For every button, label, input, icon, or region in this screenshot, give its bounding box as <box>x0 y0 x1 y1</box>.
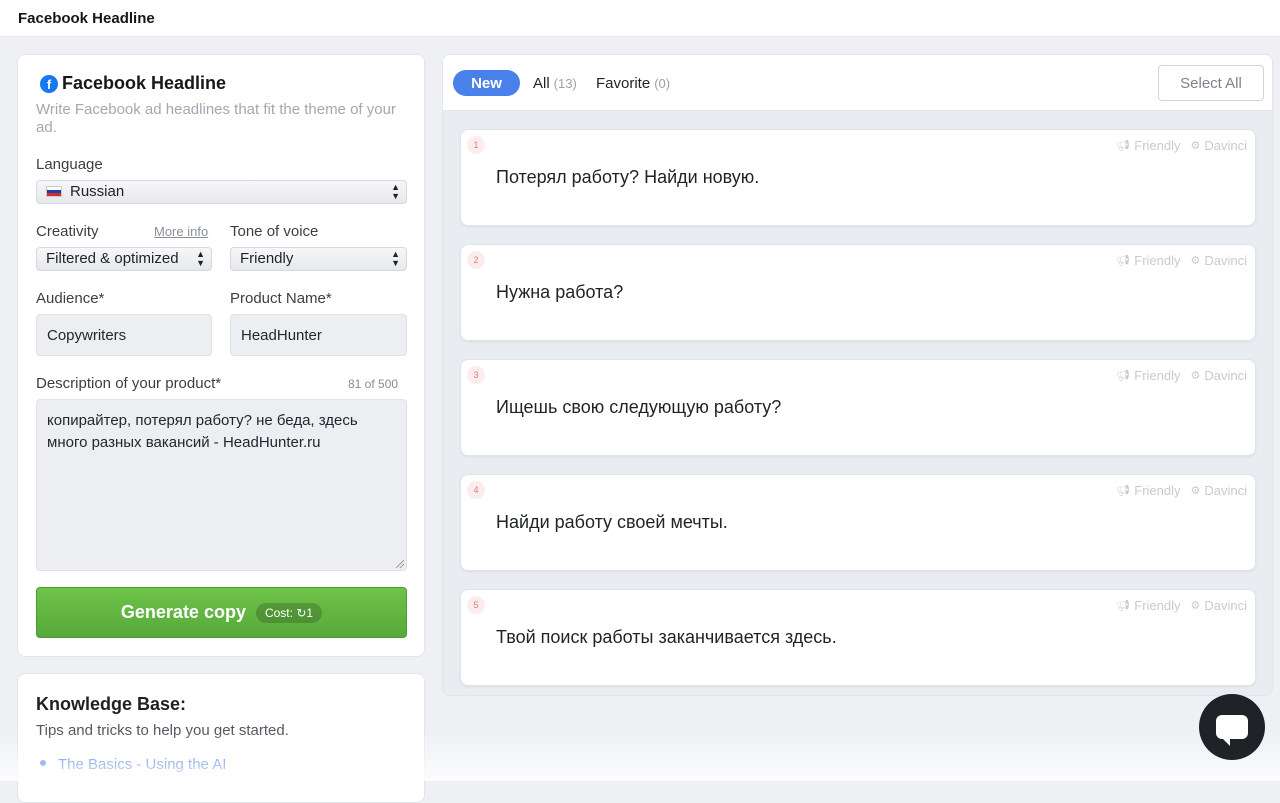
results-toolbar: New All (13) Favorite (0) Select All <box>443 55 1272 111</box>
megaphone-icon: 📢︎ <box>1116 485 1131 497</box>
creativity-label: Creativity <box>36 223 99 240</box>
result-engine: Davinci <box>1204 598 1247 613</box>
product-name-input[interactable]: HeadHunter <box>230 314 407 356</box>
result-number: 2 <box>467 251 485 269</box>
knowledge-base-link-label: The Basics - Using the AI <box>58 756 227 773</box>
result-meta: 📢︎ Friendly ⚙ Davinci <box>1116 138 1247 153</box>
knowledge-base-subtitle: Tips and tricks to help you get started. <box>36 722 289 739</box>
result-number: 3 <box>467 366 485 384</box>
result-card[interactable]: 4 📢︎ Friendly ⚙ Davinci Найди работу своей… <box>460 474 1256 571</box>
result-text: Ищешь свою следующую работу? <box>496 397 782 417</box>
tool-description: Write Facebook ad headlines that fit the… <box>36 101 396 136</box>
description-value: копирайтер, потерял работу? не беда, зде… <box>47 412 358 451</box>
tab-favorite-count: (0) <box>654 76 671 91</box>
facebook-icon: f <box>40 74 58 93</box>
resize-handle-icon[interactable] <box>396 560 404 568</box>
cost-label: Cost: <box>264 605 293 620</box>
audience-label: Audience* <box>36 290 105 307</box>
result-number: 1 <box>467 136 485 154</box>
tone-select[interactable]: Friendly ▲ ▼ <box>230 247 407 271</box>
result-text: Найди работу своей мечты. <box>496 512 728 532</box>
gear-icon: ⚙ <box>1190 370 1201 382</box>
cost-value: 1 <box>306 605 314 620</box>
megaphone-icon: 📢︎ <box>1116 600 1131 612</box>
knowledge-base-link[interactable]: The Basics - Using the AI <box>40 756 226 773</box>
select-all-button[interactable]: Select All <box>1158 65 1264 101</box>
megaphone-icon: 📢︎ <box>1116 140 1131 152</box>
result-text: Потерял работу? Найди новую. <box>496 167 760 187</box>
character-counter: 81 of 500 <box>348 377 399 391</box>
tone-value: Friendly <box>240 250 294 267</box>
gear-icon: ⚙ <box>1190 600 1201 612</box>
tab-all[interactable]: All (13) <box>533 75 577 92</box>
language-label: Language <box>36 156 103 173</box>
result-text: Нужна работа? <box>496 282 624 302</box>
generate-copy-button[interactable]: Generate copy Cost: ↻1 <box>36 587 407 638</box>
tone-label: Tone of voice <box>230 223 319 240</box>
tab-new[interactable]: New <box>453 70 520 96</box>
bullet-icon <box>40 760 46 766</box>
tab-all-label: All <box>533 75 550 92</box>
result-tone: Friendly <box>1134 253 1181 268</box>
result-engine: Davinci <box>1204 483 1247 498</box>
gear-icon: ⚙ <box>1190 140 1201 152</box>
tab-favorite-label: Favorite <box>596 75 651 92</box>
audience-input[interactable]: Copywriters <box>36 314 212 356</box>
cost-badge: Cost: ↻1 <box>255 602 323 623</box>
result-engine: Davinci <box>1204 368 1247 383</box>
result-card[interactable]: 1 📢︎ Friendly ⚙ Davinci Потерял работу? На… <box>460 129 1256 226</box>
more-info-link[interactable]: More info <box>154 224 208 239</box>
tab-all-count: (13) <box>553 76 577 91</box>
language-select[interactable]: Russian ▲ ▼ <box>36 180 407 204</box>
result-tone: Friendly <box>1134 598 1181 613</box>
generate-label: Generate copy <box>120 602 246 622</box>
result-tone: Friendly <box>1134 483 1181 498</box>
megaphone-icon: 📢︎ <box>1116 255 1131 267</box>
select-arrows-icon: ▲ ▼ <box>391 182 400 201</box>
refresh-icon: ↻ <box>296 605 307 620</box>
description-label: Description of your product* <box>36 375 222 392</box>
result-meta: 📢︎ Friendly ⚙ Davinci <box>1116 368 1247 383</box>
creativity-select[interactable]: Filtered & optimized ▲ ▼ <box>36 247 212 271</box>
language-value: Russian <box>70 183 125 200</box>
tool-title: Facebook Headline <box>62 73 227 93</box>
select-arrows-icon: ▲ ▼ <box>391 249 400 268</box>
result-card[interactable]: 2 📢︎ Friendly ⚙ Davinci Нужна работа? <box>460 244 1256 341</box>
gear-icon: ⚙ <box>1190 485 1201 497</box>
result-meta: 📢︎ Friendly ⚙ Davinci <box>1116 483 1247 498</box>
result-card[interactable]: 5 📢︎ Friendly ⚙ Davinci Твой поиск работы … <box>460 589 1256 686</box>
result-card[interactable]: 3 📢︎ Friendly ⚙ Davinci Ищешь свою следующ… <box>460 359 1256 456</box>
result-meta: 📢︎ Friendly ⚙ Davinci <box>1116 598 1247 613</box>
chat-icon <box>1216 715 1248 746</box>
creativity-value: Filtered & optimized <box>46 250 179 267</box>
tool-header: f Facebook Headline <box>40 73 226 94</box>
result-text: Твой поиск работы заканчивается здесь. <box>496 627 837 647</box>
result-tone: Friendly <box>1134 138 1181 153</box>
knowledge-base-card: Knowledge Base: Tips and tricks to help … <box>17 673 425 803</box>
product-name-label: Product Name* <box>230 290 332 307</box>
result-tone: Friendly <box>1134 368 1181 383</box>
top-bar: Facebook Headline <box>0 0 1280 37</box>
megaphone-icon: 📢︎ <box>1116 370 1131 382</box>
generator-form: f Facebook Headline Write Facebook ad he… <box>17 54 425 657</box>
result-engine: Davinci <box>1204 138 1247 153</box>
description-textarea[interactable]: копирайтер, потерял работу? не беда, зде… <box>36 399 407 571</box>
result-meta: 📢︎ Friendly ⚙ Davinci <box>1116 253 1247 268</box>
result-number: 4 <box>467 481 485 499</box>
chat-button[interactable] <box>1199 694 1265 760</box>
tab-favorite[interactable]: Favorite (0) <box>596 75 670 92</box>
gear-icon: ⚙ <box>1190 255 1201 267</box>
page-title: Facebook Headline <box>18 10 155 27</box>
russia-flag-icon <box>46 186 62 197</box>
result-engine: Davinci <box>1204 253 1247 268</box>
results-panel: New All (13) Favorite (0) Select All 1 📢︎ F… <box>442 54 1273 696</box>
select-arrows-icon: ▲ ▼ <box>196 249 205 268</box>
result-number: 5 <box>467 596 485 614</box>
knowledge-base-title: Knowledge Base: <box>36 694 187 714</box>
